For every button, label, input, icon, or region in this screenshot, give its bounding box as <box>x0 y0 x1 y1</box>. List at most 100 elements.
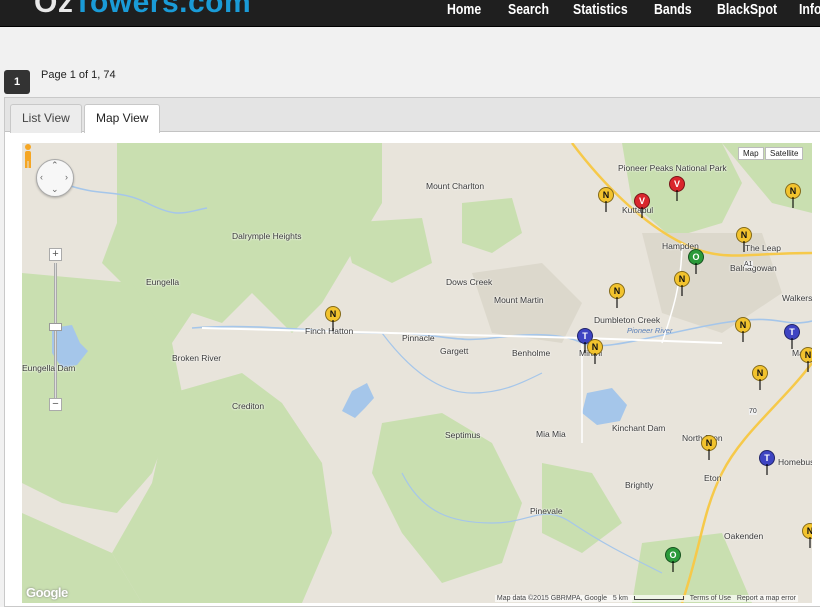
marker-tail <box>594 353 596 364</box>
tower-marker[interactable]: N <box>752 365 768 391</box>
place-label: Eungella <box>146 277 180 287</box>
marker-tail <box>332 320 334 331</box>
map-attribution: Map data ©2015 GBRMPA, Google 5 km Terms… <box>494 595 798 602</box>
marker-tail <box>766 464 768 475</box>
tower-marker[interactable]: N <box>701 435 717 461</box>
marker-tail <box>641 207 643 218</box>
place-label: Mount Martin <box>494 295 544 305</box>
marker-tail <box>742 331 744 342</box>
marker-tail <box>807 361 809 372</box>
marker-tail <box>708 449 710 460</box>
nav-info[interactable]: Info <box>799 0 820 20</box>
place-label: Crediton <box>232 401 265 411</box>
nav-blackspot[interactable]: BlackSpot <box>717 0 777 20</box>
tower-marker[interactable]: N <box>598 187 614 213</box>
place-label: Pioneer Peaks National Park <box>618 163 727 173</box>
pan-control[interactable]: ⌃ ‹ › ⌄ <box>36 159 74 197</box>
tower-marker[interactable]: N <box>609 283 625 309</box>
marker-tail <box>676 190 678 201</box>
tower-marker[interactable]: N <box>587 339 603 365</box>
place-label: Dumbleton Creek <box>594 315 661 325</box>
logo-accent: Towers.com <box>73 0 252 19</box>
tab-list-view[interactable]: List View <box>10 104 82 133</box>
marker-head: N <box>800 347 812 363</box>
pan-left-icon[interactable]: ‹ <box>40 172 43 182</box>
road-shield: A1 <box>744 261 753 268</box>
zoom-slider-handle[interactable] <box>49 323 62 331</box>
place-label: Balnagowan <box>730 263 777 273</box>
pegman-icon[interactable] <box>22 143 34 169</box>
place-label: Homebush <box>778 457 812 467</box>
nav-statistics[interactable]: Statistics <box>573 0 628 20</box>
pan-down-icon[interactable]: ⌄ <box>51 184 59 195</box>
place-label: Eungella Dam <box>22 363 76 373</box>
tower-marker[interactable]: O <box>688 249 704 275</box>
tower-marker[interactable]: V <box>634 193 650 219</box>
place-label: Eton <box>704 473 722 483</box>
place-label: Dalrymple Heights <box>232 231 302 241</box>
report-error-link[interactable]: Report a map error <box>737 595 796 602</box>
marker-tail <box>792 197 794 208</box>
marker-tail <box>605 201 607 212</box>
map-type-satellite-button[interactable]: Satellite <box>765 147 804 160</box>
tower-marker[interactable]: N <box>325 306 341 332</box>
marker-tail <box>791 338 793 349</box>
zoom-slider-track[interactable] <box>54 263 57 407</box>
marker-tail <box>672 561 674 572</box>
place-label: Kinchant Dam <box>612 423 666 433</box>
logo-prefix: Oz <box>34 0 74 19</box>
nav-search[interactable]: Search <box>508 0 549 20</box>
tower-marker[interactable]: T <box>759 450 775 476</box>
place-label: Oakenden <box>724 531 764 541</box>
tower-marker[interactable]: N <box>735 317 751 343</box>
tower-marker[interactable]: T <box>784 324 800 350</box>
marker-tail <box>743 241 745 252</box>
tower-marker[interactable]: N <box>800 347 812 373</box>
place-label: Gargett <box>440 346 469 356</box>
tower-marker[interactable]: N <box>802 523 812 549</box>
nav-home[interactable]: Home <box>447 0 481 20</box>
map-type-map-button[interactable]: Map <box>738 147 764 160</box>
tower-marker[interactable]: N <box>785 183 801 209</box>
pan-up-icon[interactable]: ⌃ <box>51 160 59 171</box>
pan-right-icon[interactable]: › <box>65 172 68 182</box>
nav-bands[interactable]: Bands <box>654 0 692 20</box>
marker-tail <box>695 263 697 274</box>
results-panel: List View Map View Map Satellite ⌃ ‹ › ⌄… <box>4 97 820 607</box>
place-label: Benholme <box>512 348 551 358</box>
site-logo[interactable]: OzTowers.com <box>34 0 251 20</box>
map-canvas <box>22 143 812 603</box>
scale-bar: 5 km <box>612 595 628 602</box>
tower-marker[interactable]: O <box>665 547 681 573</box>
tower-marker[interactable]: V <box>669 176 685 202</box>
road-shield: 70 <box>749 408 757 415</box>
page-button[interactable]: 1 <box>4 70 30 94</box>
view-tabs: List View Map View <box>5 98 820 133</box>
scale-bar-line <box>633 596 684 600</box>
place-label: Dows Creek <box>446 277 493 287</box>
marker-tail <box>759 379 761 390</box>
place-label: Mia Mia <box>536 429 566 439</box>
place-label: Septimus <box>445 430 481 440</box>
place-label: Walkerston <box>782 293 812 303</box>
marker-tail <box>584 342 586 353</box>
tower-marker[interactable]: N <box>736 227 752 253</box>
zoom-in-button[interactable]: + <box>49 248 62 261</box>
attribution-text: Map data ©2015 GBRMPA, Google <box>496 595 607 602</box>
zoom-out-button[interactable]: − <box>49 398 62 411</box>
google-logo[interactable]: Google <box>26 585 68 600</box>
place-label: Brightly <box>625 480 654 490</box>
place-label: Pinnacle <box>402 333 435 343</box>
terms-link[interactable]: Terms of Use <box>690 595 731 602</box>
marker-tail <box>681 285 683 296</box>
tower-map[interactable]: Map Satellite ⌃ ‹ › ⌄ + − Mount Charlton… <box>22 143 812 603</box>
tower-marker[interactable]: N <box>674 271 690 297</box>
place-label: Pinevale <box>530 506 563 516</box>
river-label: Pioneer River <box>627 326 673 335</box>
place-label: Mount Charlton <box>426 181 485 191</box>
marker-tail <box>809 537 811 548</box>
top-navbar: OzTowers.com Home Search Statistics Band… <box>0 0 820 27</box>
tab-map-view[interactable]: Map View <box>84 104 161 133</box>
page-summary: Page 1 of 1, 74 <box>41 69 116 81</box>
place-label: Broken River <box>172 353 222 363</box>
